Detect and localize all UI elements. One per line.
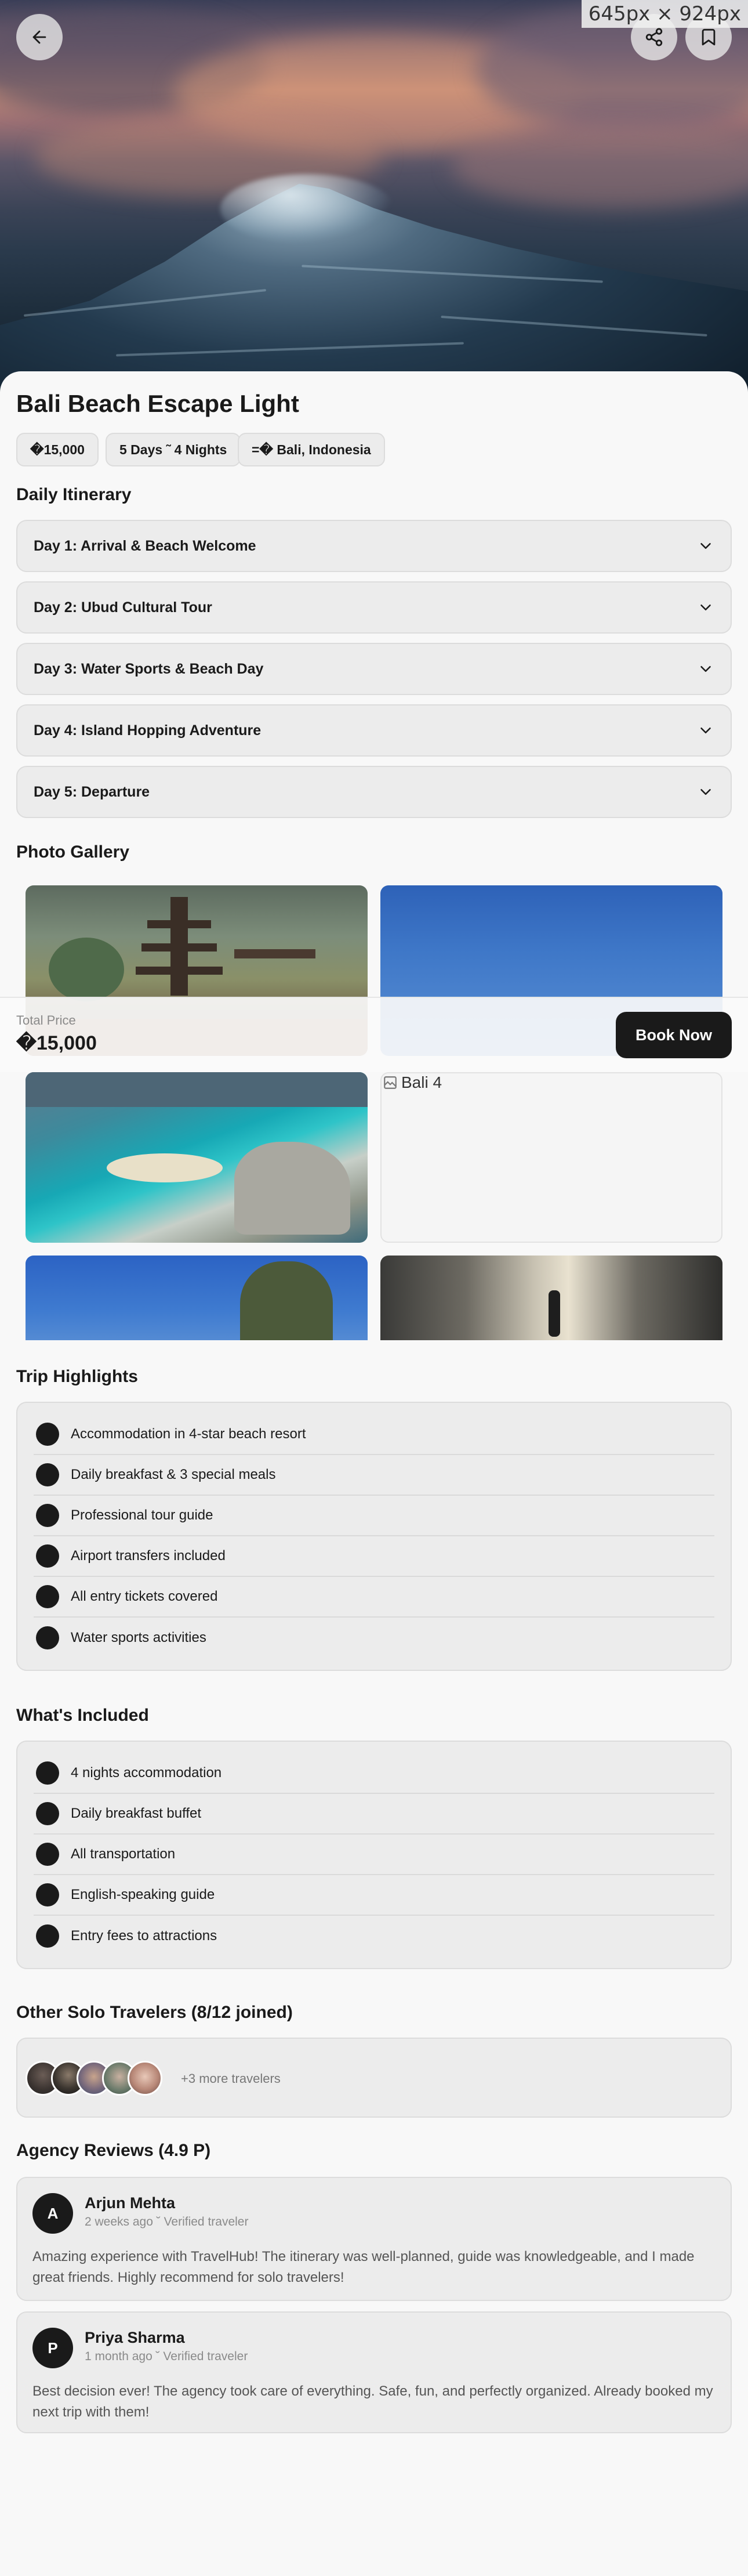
included-card: 4 nights accommodation Daily breakfast b… (16, 1741, 732, 1969)
gallery-photo-broken[interactable]: Bali 4 (380, 1072, 722, 1243)
list-item: Entry fees to attractions (34, 1916, 714, 1956)
chevron-down-icon (700, 666, 711, 672)
reviewer-avatar: A (32, 2193, 73, 2234)
travelers-heading: Other Solo Travelers (8/12 joined) (16, 2003, 293, 2022)
highlight-text: All entry tickets covered (71, 1589, 218, 1604)
bullet-icon (36, 1585, 59, 1608)
bullet-icon (36, 1802, 59, 1825)
itinerary-heading: Daily Itinerary (16, 485, 132, 504)
total-price-value: �15,000 (16, 1032, 97, 1054)
highlight-text: Accommodation in 4-star beach resort (71, 1426, 306, 1442)
highlights-heading: Trip Highlights (16, 1367, 138, 1386)
list-item: Water sports activities (34, 1618, 714, 1658)
highlight-text: Airport transfers included (71, 1548, 226, 1564)
gallery-heading: Photo Gallery (16, 842, 130, 862)
itinerary-day-4[interactable]: Day 4: Island Hopping Adventure (16, 704, 732, 757)
price-chip: �15,000 (16, 433, 99, 466)
review-text: Best decision ever! The agency took care… (32, 2383, 713, 2420)
reviewer-avatar: P (32, 2328, 73, 2368)
travelers-card[interactable]: +3 more travelers (16, 2038, 732, 2118)
broken-image-alt: Bali 4 (401, 1073, 442, 1091)
itinerary-day-label: Day 1: Arrival & Beach Welcome (34, 537, 256, 554)
chevron-down-icon (700, 605, 711, 610)
list-item: English-speaking guide (34, 1875, 714, 1916)
bullet-icon (36, 1843, 59, 1866)
reviewer-name: Arjun Mehta (85, 2194, 176, 2212)
chevron-down-icon (700, 543, 711, 549)
list-item: Daily breakfast & 3 special meals (34, 1455, 714, 1496)
bookmark-icon (702, 28, 716, 46)
trip-title: Bali Beach Escape Light (16, 390, 299, 417)
included-text: All transportation (71, 1846, 176, 1862)
itinerary-day-5[interactable]: Day 5: Departure (16, 766, 732, 818)
broken-image-icon (384, 1076, 397, 1089)
share-icon (645, 28, 663, 46)
review-card: P Priya Sharma 1 month ago ˘ Verified tr… (16, 2311, 732, 2433)
reviewer-name: Priya Sharma (85, 2329, 185, 2346)
bullet-icon (36, 1626, 59, 1649)
included-text: Daily breakfast buffet (71, 1806, 202, 1821)
viewport-size-badge: 645px × 924px (581, 0, 748, 28)
itinerary-day-label: Day 2: Ubud Cultural Tour (34, 599, 212, 616)
back-button[interactable] (16, 14, 63, 60)
list-item: Accommodation in 4-star beach resort (34, 1414, 714, 1455)
itinerary-day-1[interactable]: Day 1: Arrival & Beach Welcome (16, 520, 732, 572)
list-item: Airport transfers included (34, 1536, 714, 1577)
hero-image (0, 0, 748, 406)
photo-gallery[interactable]: Bali 4 (16, 876, 732, 1340)
itinerary-day-label: Day 4: Island Hopping Adventure (34, 722, 262, 739)
chevron-down-icon (700, 728, 711, 733)
bullet-icon (36, 1924, 59, 1948)
bullet-icon (36, 1504, 59, 1527)
highlights-card: Accommodation in 4-star beach resort Dai… (16, 1402, 732, 1671)
review-text: Amazing experience with TravelHub! The i… (32, 2249, 695, 2285)
bullet-icon (36, 1423, 59, 1446)
itinerary-day-3[interactable]: Day 3: Water Sports & Beach Day (16, 643, 732, 695)
review-card: A Arjun Mehta 2 weeks ago ˘ Verified tra… (16, 2177, 732, 2301)
highlight-text: Daily breakfast & 3 special meals (71, 1467, 276, 1482)
more-travelers-text: +3 more travelers (181, 2071, 281, 2086)
review-meta: 1 month ago ˘ Verified traveler (85, 2350, 248, 2363)
included-heading: What's Included (16, 1706, 149, 1725)
avatar[interactable] (128, 2061, 162, 2096)
list-item: All transportation (34, 1835, 714, 1875)
list-item: Daily breakfast buffet (34, 1794, 714, 1835)
duration-chip: 5 Days ˜ 4 Nights (106, 433, 241, 466)
list-item: Professional tour guide (34, 1496, 714, 1536)
itinerary-day-label: Day 3: Water Sports & Beach Day (34, 660, 264, 677)
gallery-photo-rock[interactable] (26, 1256, 368, 1340)
bullet-icon (36, 1544, 59, 1568)
location-chip: =� Bali, Indonesia (238, 433, 385, 466)
itinerary-day-2[interactable]: Day 2: Ubud Cultural Tour (16, 581, 732, 634)
highlight-text: Professional tour guide (71, 1507, 213, 1523)
bullet-icon (36, 1463, 59, 1486)
book-now-button[interactable]: Book Now (616, 1012, 732, 1058)
gallery-photo-gate[interactable] (380, 1256, 722, 1340)
list-item: All entry tickets covered (34, 1577, 714, 1618)
included-text: Entry fees to attractions (71, 1928, 217, 1944)
review-meta: 2 weeks ago ˘ Verified traveler (85, 2215, 249, 2228)
highlight-text: Water sports activities (71, 1630, 206, 1645)
included-text: 4 nights accommodation (71, 1765, 222, 1781)
booking-bar: Total Price �15,000 Book Now (0, 997, 748, 1072)
total-price-label: Total Price (16, 1013, 76, 1027)
included-text: English-speaking guide (71, 1887, 215, 1902)
reviews-heading: Agency Reviews (4.9 P) (16, 2141, 211, 2160)
arrow-left-icon (32, 30, 46, 44)
bullet-icon (36, 1883, 59, 1906)
itinerary-day-label: Day 5: Departure (34, 783, 150, 800)
list-item: 4 nights accommodation (34, 1753, 714, 1794)
gallery-photo-lagoon[interactable] (26, 1072, 368, 1243)
chevron-down-icon (700, 789, 711, 795)
bullet-icon (36, 1761, 59, 1785)
